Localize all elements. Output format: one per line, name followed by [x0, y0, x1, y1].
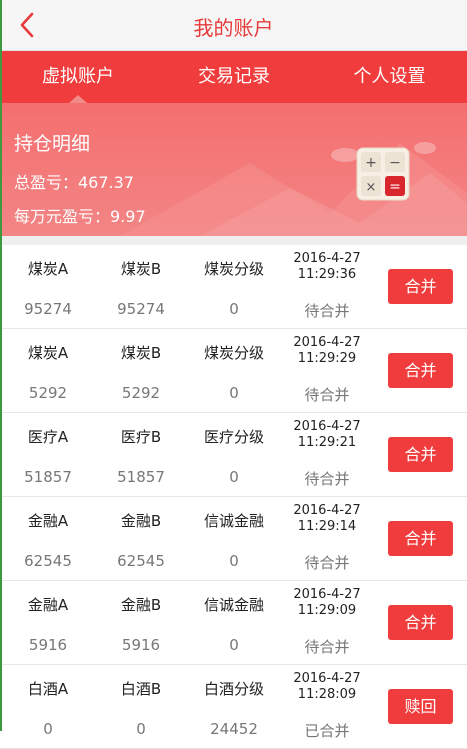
tab-trade-records[interactable]: 交易记录	[156, 51, 312, 103]
svg-text:×: ×	[366, 180, 377, 195]
svg-text:−: −	[389, 155, 401, 171]
trade-date: 2016-4-27	[293, 671, 361, 686]
merge-button[interactable]: 合并	[388, 605, 453, 640]
trade-time: 11:29:29	[297, 351, 357, 366]
active-tab-indicator	[69, 95, 87, 103]
fund-a-amount: 51857	[24, 468, 72, 486]
graded-fund-amount: 24452	[210, 720, 258, 738]
fund-a-name: 金融A	[27, 596, 69, 614]
merge-button[interactable]: 合并	[388, 521, 453, 556]
trade-time: 11:29:14	[297, 519, 357, 534]
trade-datetime: 2016-4-27 11:29:09	[283, 587, 371, 619]
left-edge-line	[0, 0, 2, 731]
status-text: 待合并	[304, 470, 350, 488]
graded-fund-amount: 0	[229, 636, 239, 654]
status-text: 待合并	[304, 386, 350, 404]
merge-button[interactable]: 合并	[388, 353, 453, 388]
header-bar: 我的账户	[0, 0, 467, 51]
fund-a-amount: 95274	[24, 300, 72, 318]
trade-datetime: 2016-4-27 11:29:29	[283, 335, 371, 367]
page-title: 我的账户	[193, 16, 274, 40]
trade-date: 2016-4-27	[293, 587, 361, 602]
fund-b-name: 煤炭B	[120, 344, 162, 362]
trade-date: 2016-4-27	[293, 251, 361, 266]
fund-a-name: 金融A	[27, 512, 69, 530]
holdings-list: 煤炭A 煤炭B 煤炭分级 2016-4-27 11:29:36 95274 952…	[0, 245, 467, 749]
holdings-summary-banner: 持仓明细 总盈亏：467.37 每万元盈亏：9.97 + − × =	[0, 103, 467, 236]
table-row: 煤炭A 煤炭B 煤炭分级 2016-4-27 11:29:29 5292 5292…	[0, 329, 467, 413]
merge-button[interactable]: 合并	[388, 437, 453, 472]
trade-time: 11:29:36	[297, 267, 357, 282]
fund-b-name: 金融B	[120, 512, 162, 530]
graded-fund-name: 医疗分级	[203, 428, 264, 446]
fund-a-amount: 62545	[24, 552, 72, 570]
fund-a-name: 白酒A	[27, 680, 69, 698]
fund-a-name: 煤炭A	[27, 260, 69, 278]
total-pnl: 总盈亏：467.37	[14, 173, 134, 192]
fund-b-name: 白酒B	[120, 680, 162, 698]
trade-date: 2016-4-27	[293, 419, 361, 434]
table-row: 白酒A 白酒B 白酒分级 2016-4-27 11:28:09 0 0 24452…	[0, 665, 467, 749]
fund-b-name: 煤炭B	[120, 260, 162, 278]
fund-a-name: 煤炭A	[27, 344, 69, 362]
table-row: 煤炭A 煤炭B 煤炭分级 2016-4-27 11:29:36 95274 952…	[0, 245, 467, 329]
trade-time: 11:29:09	[297, 603, 357, 618]
svg-text:=: =	[389, 179, 401, 195]
status-text: 待合并	[304, 554, 350, 572]
fund-a-amount: 0	[43, 720, 53, 738]
trade-date: 2016-4-27	[293, 335, 361, 350]
trade-datetime: 2016-4-27 11:28:09	[283, 671, 371, 703]
graded-fund-amount: 0	[229, 468, 239, 486]
table-row: 医疗A 医疗B 医疗分级 2016-4-27 11:29:21 51857 518…	[0, 413, 467, 497]
fund-b-amount: 62545	[117, 552, 165, 570]
trade-datetime: 2016-4-27 11:29:21	[283, 419, 371, 451]
table-row: 金融A 金融B 信诚金融 2016-4-27 11:29:14 62545 625…	[0, 497, 467, 581]
fund-b-amount: 0	[136, 720, 146, 738]
graded-fund-name: 煤炭分级	[203, 260, 264, 278]
fund-b-amount: 51857	[117, 468, 165, 486]
holdings-title: 持仓明细	[14, 133, 91, 155]
graded-fund-amount: 0	[229, 552, 239, 570]
tab-bar: 虚拟账户 交易记录 个人设置	[0, 51, 467, 103]
redeem-button[interactable]: 赎回	[388, 689, 453, 724]
status-text: 待合并	[304, 302, 350, 320]
graded-fund-name: 信诚金融	[203, 596, 264, 614]
fund-a-amount: 5292	[28, 384, 68, 402]
trade-time: 11:29:21	[297, 435, 357, 450]
fund-b-amount: 5916	[121, 636, 161, 654]
graded-fund-name: 煤炭分级	[203, 344, 264, 362]
trade-datetime: 2016-4-27 11:29:36	[283, 251, 371, 283]
table-row: 金融A 金融B 信诚金融 2016-4-27 11:29:09 5916 5916…	[0, 581, 467, 665]
trade-datetime: 2016-4-27 11:29:14	[283, 503, 371, 535]
tab-personal-settings[interactable]: 个人设置	[312, 51, 467, 103]
fund-b-amount: 5292	[121, 384, 161, 402]
graded-fund-name: 白酒分级	[203, 680, 264, 698]
status-text: 待合并	[304, 638, 350, 656]
calculator-icon[interactable]: + − × =	[356, 147, 410, 201]
merge-button[interactable]: 合并	[388, 269, 453, 304]
fund-a-name: 医疗A	[27, 428, 69, 446]
trade-date: 2016-4-27	[293, 503, 361, 518]
graded-fund-amount: 0	[229, 300, 239, 318]
svg-text:+: +	[365, 155, 377, 171]
trade-time: 11:28:09	[297, 687, 357, 702]
fund-a-amount: 5916	[28, 636, 68, 654]
graded-fund-amount: 0	[229, 384, 239, 402]
fund-b-amount: 95274	[117, 300, 165, 318]
graded-fund-name: 信诚金融	[203, 512, 264, 530]
per-10k-pnl: 每万元盈亏：9.97	[14, 207, 146, 226]
fund-b-name: 医疗B	[120, 428, 162, 446]
section-divider	[0, 236, 467, 245]
fund-b-name: 金融B	[120, 596, 162, 614]
